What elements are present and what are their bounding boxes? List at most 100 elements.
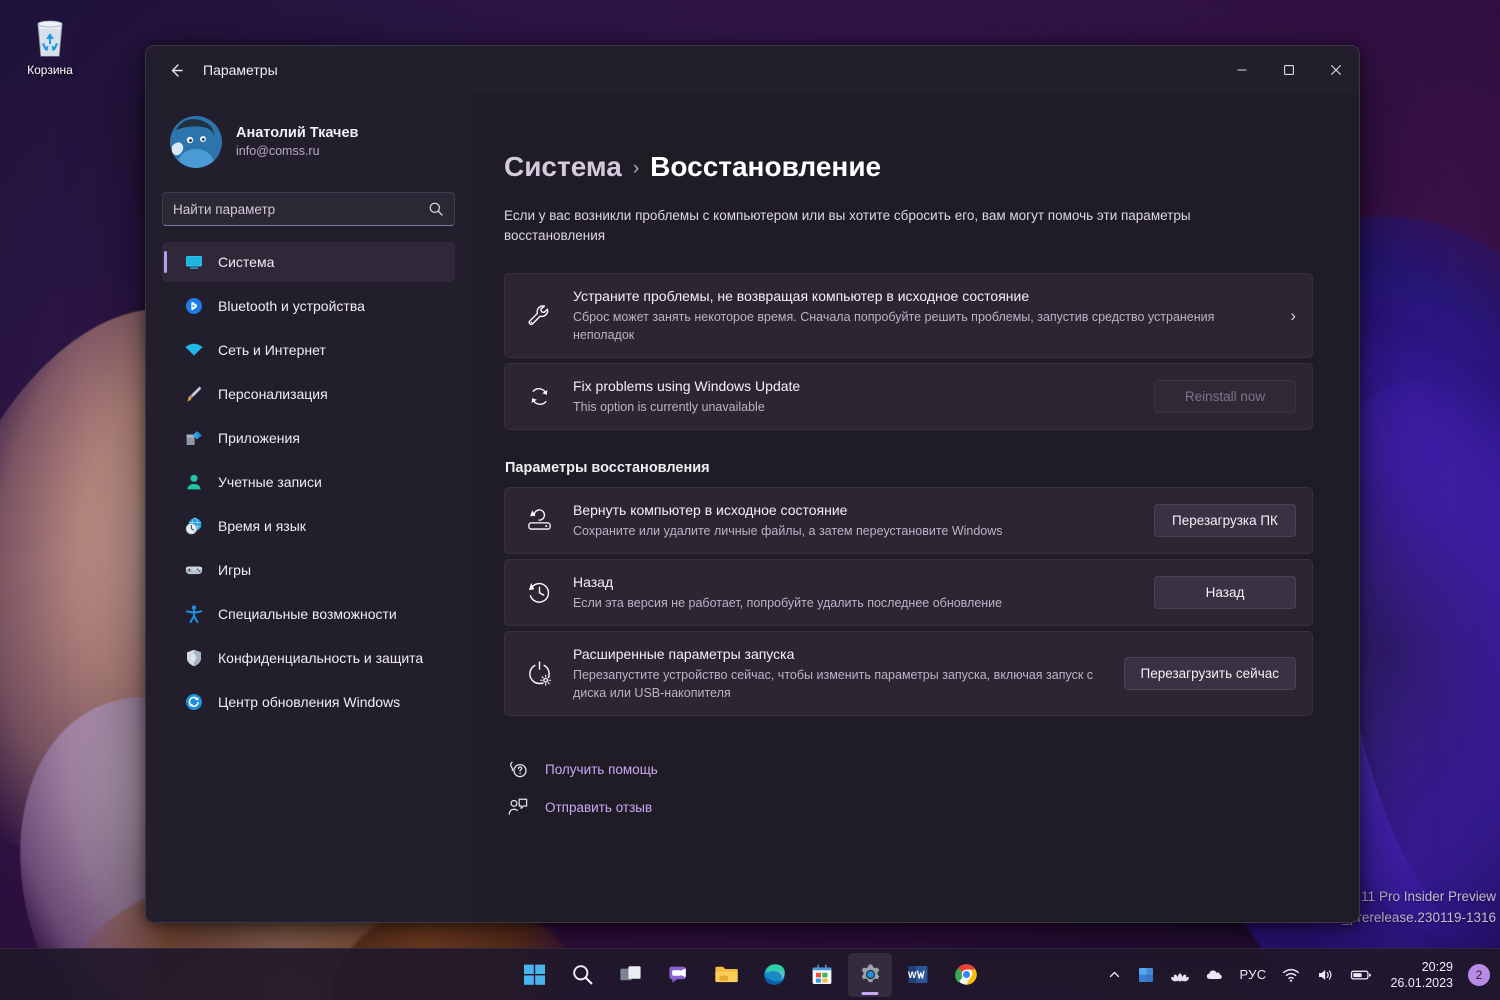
sidebar-item-8[interactable]: Специальные возможности <box>162 594 455 634</box>
word-button[interactable]: W <box>896 953 940 997</box>
troubleshoot-card-0[interactable]: Устраните проблемы, не возвращая компьют… <box>504 273 1313 358</box>
close-icon <box>1330 64 1342 76</box>
task-view-button[interactable] <box>608 953 652 997</box>
apps-icon <box>184 428 204 448</box>
shield-icon <box>184 648 204 668</box>
tray-wifi-button[interactable] <box>1275 955 1307 995</box>
start-button[interactable] <box>512 953 556 997</box>
profile-email: info@comss.ru <box>236 143 358 160</box>
user-profile[interactable]: Анатолий Ткачев info@comss.ru <box>162 94 455 188</box>
window-titlebar: Параметры <box>146 46 1359 94</box>
sidebar-item-2[interactable]: Сеть и Интернет <box>162 330 455 370</box>
window-controls <box>1218 46 1359 94</box>
profile-text: Анатолий Ткачев info@comss.ru <box>236 124 358 160</box>
taskbar: W <box>0 948 1500 1000</box>
help-link-1[interactable]: Отправить отзыв <box>504 790 1313 824</box>
breadcrumb-parent[interactable]: Система <box>504 151 622 182</box>
maximize-button[interactable] <box>1265 46 1312 94</box>
tray-teams-icon[interactable] <box>1130 955 1162 995</box>
minimize-button[interactable] <box>1218 46 1265 94</box>
windows-logo-icon <box>523 963 546 986</box>
card-subtitle: This option is currently unavailable <box>573 398 1138 416</box>
card-text: Расширенные параметры запускаПерезапусти… <box>573 645 1124 702</box>
notification-badge[interactable]: 2 <box>1468 964 1490 986</box>
recovery-card-0: Вернуть компьютер в исходное состояние Со… <box>504 487 1313 554</box>
card-title: Fix problems using Windows Update <box>573 377 1138 396</box>
tray-onedrive-icon[interactable] <box>1198 955 1231 995</box>
paintbrush-icon <box>184 384 204 404</box>
window-body: Анатолий Ткачев info@comss.ru Система Blu… <box>146 94 1359 922</box>
tray-battery-button[interactable] <box>1343 955 1379 995</box>
tray-lotus-icon[interactable] <box>1164 955 1196 995</box>
chat-icon <box>667 963 690 986</box>
sidebar-nav: Система Bluetooth и устройстваСеть и Инте… <box>162 242 455 722</box>
chrome-button[interactable] <box>944 953 988 997</box>
shield-icon <box>184 648 204 668</box>
tray-volume-button[interactable] <box>1309 955 1341 995</box>
power-gear-icon <box>526 660 553 687</box>
wrench-icon <box>526 303 552 329</box>
monitor-icon <box>184 252 204 272</box>
gamepad-icon <box>184 560 204 580</box>
close-button[interactable] <box>1312 46 1359 94</box>
back-button[interactable] <box>159 53 193 87</box>
sidebar-item-label: Учетные записи <box>218 474 322 490</box>
sidebar-item-6[interactable]: Время и язык <box>162 506 455 546</box>
sidebar-item-label: Центр обновления Windows <box>218 694 400 710</box>
sidebar-item-0[interactable]: Система <box>162 242 455 282</box>
sidebar-item-5[interactable]: Учетные записи <box>162 462 455 502</box>
accessibility-icon <box>184 604 204 624</box>
sidebar-item-9[interactable]: Конфиденциальность и защита <box>162 638 455 678</box>
file-explorer-button[interactable] <box>704 953 748 997</box>
card-subtitle: Сброс может занять некоторое время. Снач… <box>573 308 1264 344</box>
sidebar-item-label: Персонализация <box>218 386 328 402</box>
window-title: Параметры <box>203 62 278 78</box>
person-icon <box>184 472 204 492</box>
microsoft-store-button[interactable] <box>800 953 844 997</box>
recovery-action-button-2[interactable]: Перезагрузить сейчас <box>1124 657 1296 690</box>
card-title: Устраните проблемы, не возвращая компьют… <box>573 287 1264 306</box>
sidebar-item-1[interactable]: Bluetooth и устройства <box>162 286 455 326</box>
monitor-icon <box>184 252 204 272</box>
desktop-icon-recycle-bin[interactable]: Корзина <box>8 8 92 77</box>
feedback-icon <box>508 797 528 817</box>
sidebar-item-label: Специальные возможности <box>218 606 397 622</box>
troubleshoot-card-1[interactable]: Fix problems using Windows Update This op… <box>504 363 1313 430</box>
recovery-action-button-0[interactable]: Перезагрузка ПК <box>1154 504 1296 537</box>
bluetooth-icon <box>184 296 204 316</box>
sidebar-item-10[interactable]: Центр обновления Windows <box>162 682 455 722</box>
sidebar-item-label: Система <box>218 254 274 270</box>
tray-date: 26.01.2023 <box>1390 975 1453 991</box>
recycle-bin-icon <box>26 12 74 60</box>
sidebar-item-7[interactable]: Игры <box>162 550 455 590</box>
edge-button[interactable] <box>752 953 796 997</box>
gear-icon <box>859 963 882 986</box>
search-box[interactable] <box>162 192 455 226</box>
help-link-0[interactable]: Получить помощь <box>504 752 1313 786</box>
tray-language-indicator[interactable]: РУС <box>1233 955 1274 995</box>
sidebar-item-3[interactable]: Персонализация <box>162 374 455 414</box>
breadcrumb: Система›Восстановление <box>504 150 1313 186</box>
search-input[interactable] <box>173 202 428 217</box>
card-title: Назад <box>573 573 1138 592</box>
battery-icon <box>1350 966 1372 984</box>
recovery-action-button-1[interactable]: Назад <box>1154 576 1296 609</box>
card-subtitle: Сохраните или удалите личные файлы, а за… <box>573 522 1138 540</box>
help-question-icon <box>508 759 528 779</box>
refresh-icon <box>523 384 555 409</box>
search-button[interactable] <box>560 953 604 997</box>
tray-clock[interactable]: 20:29 26.01.2023 <box>1381 959 1462 991</box>
lotus-icon <box>1171 966 1189 984</box>
card-title: Вернуть компьютер в исходное состояние <box>573 501 1138 520</box>
folder-icon <box>714 963 738 986</box>
bluetooth-icon <box>184 296 204 316</box>
avatar-image <box>170 116 222 168</box>
chat-button[interactable] <box>656 953 700 997</box>
card-subtitle: Перезапустите устройство сейчас, чтобы и… <box>573 666 1108 702</box>
settings-button[interactable] <box>848 953 892 997</box>
power-gear-icon <box>523 660 555 687</box>
history-icon <box>526 579 553 606</box>
sidebar: Анатолий Ткачев info@comss.ru Система Blu… <box>146 94 471 922</box>
sidebar-item-4[interactable]: Приложения <box>162 418 455 458</box>
tray-overflow-button[interactable] <box>1101 955 1128 995</box>
